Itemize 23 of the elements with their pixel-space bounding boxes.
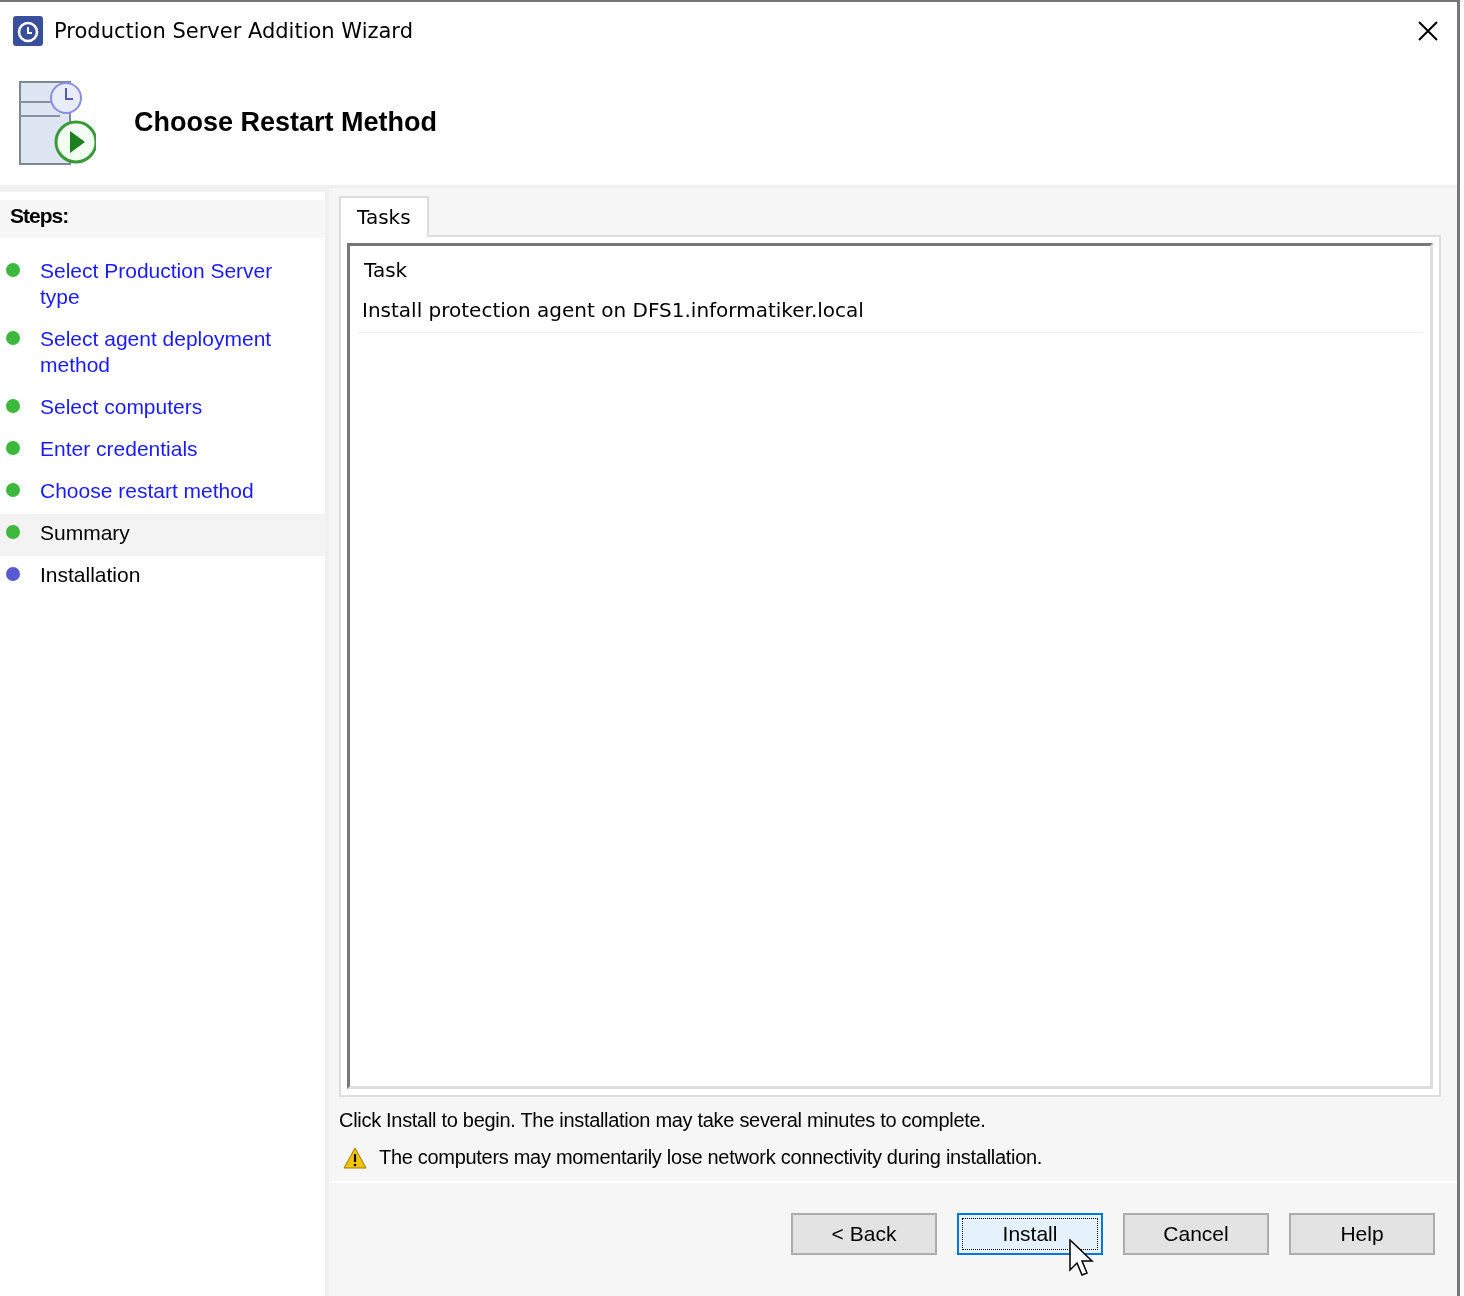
wizard-button[interactable]: Cancel [1123,1213,1269,1255]
page-heading: Choose Restart Method [134,107,438,138]
close-icon [1417,20,1439,42]
column-header: Task [363,257,409,284]
warning-text: The computers may momentarily lose network connectivity during installation. [379,1146,1043,1169]
server-clock-icon [18,79,96,166]
table-cell-text: Install protection agent on DFS1.informatiker.local [362,298,865,322]
step-item[interactable]: Select agent deployment method [0,320,325,388]
info-text: Click Install to begin. The installation may take several minutes to complete. [339,1109,987,1132]
steps-heading: Steps: [0,200,325,238]
tab[interactable]: Tasks [339,196,429,237]
mouse-pointer-icon [1069,1239,1095,1277]
wizard-button[interactable]: < Back [791,1213,937,1255]
warning-icon [343,1146,367,1169]
wizard-button[interactable]: Help [1289,1213,1435,1255]
step-item[interactable]: Choose restart method [0,472,325,514]
step-item[interactable]: Select Production Server type [0,252,325,320]
window-title: Production Server Addition Wizard [54,19,414,43]
step-item[interactable]: Select computers [0,388,325,430]
step-item[interactable]: Installation [0,556,325,598]
step-item[interactable]: Summary [0,514,325,556]
step-item[interactable]: Enter credentials [0,430,325,472]
clock-icon [12,15,44,47]
